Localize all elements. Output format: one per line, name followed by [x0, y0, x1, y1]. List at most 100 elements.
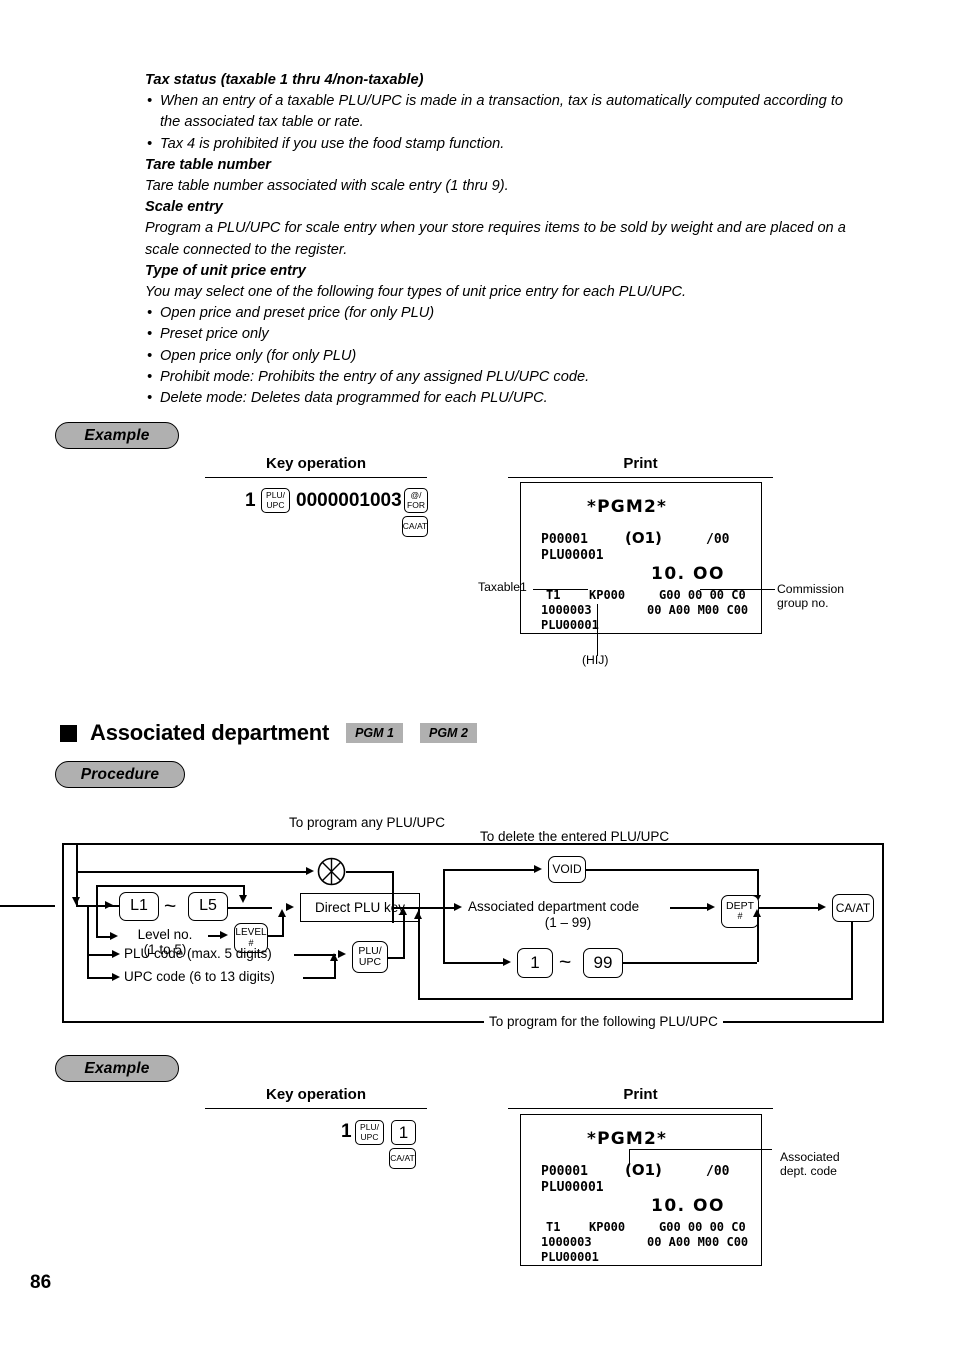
example-2-dept-key-label: 1 [398, 1122, 409, 1142]
flow-upc-code-text: UPC code (6 to 13 digits) [124, 969, 275, 984]
callout-taxable1-leader [533, 589, 588, 591]
example-2-receipt-line3-a: T1 [546, 1220, 561, 1234]
plu-upc-key-label-line2: UPC [266, 499, 285, 510]
section-title: Associated department [90, 720, 330, 745]
para-tare-table-number: Tare table number associated with scale … [145, 178, 509, 195]
flow-rail-to-upc-code [87, 977, 112, 979]
example-2-plu-upc-line2: UPC [360, 1131, 379, 1142]
flow-outer-left [62, 843, 64, 1023]
bullet-tax4-prohibited: Tax 4 is prohibited if you use the food … [145, 134, 860, 155]
heading-tax-status: Tax status (taxable 1 thru 4/non-taxable… [145, 72, 424, 88]
flow-arrow-to-level-key [220, 931, 228, 939]
example-2-receipt-line1-left: P00001 [541, 1164, 588, 1179]
example-2-receipt-line2: PLU00001 [541, 1180, 604, 1195]
bullet-prohibit-mode: Prohibit mode: Prohibits the entry of an… [145, 367, 860, 388]
flow-arrow-to-dept-key [707, 903, 715, 911]
example-1-at-for-key[interactable]: @/ FOR [404, 488, 428, 513]
key-level-l1-label: L1 [130, 897, 148, 915]
flow-plu-upc-key-out-h [388, 957, 405, 959]
callout-assoc-dept-line2: dept. code [780, 1164, 837, 1178]
receipt-line4-c: 00 A00 M00 C00 [647, 603, 749, 617]
example-1-plu-upc-key[interactable]: PLU/ UPC [261, 488, 290, 513]
flow-outer-top [62, 843, 884, 845]
flow-plu-upc-key-out-v [403, 915, 405, 957]
example-2-receipt-line3-c: G00 00 00 C0 [659, 1220, 746, 1234]
flow-label-delete-entered-plu: To delete the entered PLU/UPC [480, 829, 670, 844]
receipt-line1-right: /00 [706, 532, 730, 547]
key-level-l5-label: L5 [199, 897, 217, 915]
key-plu-upc-line2: UPC [358, 956, 382, 968]
flow-bus-h [392, 907, 454, 909]
flow-dept-range-out-h [623, 962, 757, 964]
example-2-receipt-line1-mid: (O1) [625, 1161, 662, 1179]
example-1-ca-at-key[interactable]: CA/AT [402, 516, 428, 537]
flow-arrow-to-plu-upc-key [338, 950, 346, 958]
flow-plu-code-text: PLU code (max. 5 digits) [124, 946, 272, 961]
callout-taxable1: Taxable1 [478, 580, 527, 594]
key-void-label: VOID [552, 862, 582, 877]
flow-outer-bottom [62, 1021, 884, 1023]
key-dept-1-label: 1 [530, 953, 540, 973]
key-dept-99[interactable]: 99 [583, 948, 623, 978]
flow-inner-loop-arrow [239, 895, 247, 903]
callout-commission-group-line2: group no. [777, 596, 829, 610]
example-2-receipt-line1-right: /00 [706, 1164, 730, 1179]
flow-level-branch-h [96, 936, 110, 938]
flow-void-out-v [757, 869, 759, 897]
example-2-plu-upc-key[interactable]: PLU/ UPC [355, 1120, 384, 1145]
flow-assoc-dept-line2: (1 – 99) [544, 915, 592, 930]
example-1-pill: Example [55, 422, 179, 449]
flow-label-program-following-plu: To program for the following PLU/UPC [484, 1014, 723, 1029]
key-level-l5[interactable]: L5 [188, 892, 228, 921]
flow-arrow-upc-merge [330, 953, 338, 961]
example-2-ca-at-key-label: CA/AT [390, 1152, 415, 1163]
tag-pgm-2: PGM 2 [420, 723, 477, 743]
multiply-circle-icon [317, 857, 346, 886]
bullet-open-price-only: Open price only (for only PLU) [145, 346, 860, 367]
flow-return-bus-v [418, 907, 420, 999]
flow-void-in-line [480, 869, 534, 871]
flow-outer-right [882, 843, 884, 1023]
intro-text-block: Tax status (taxable 1 thru 4/non-taxable… [145, 70, 860, 409]
receipt-amount: 10. OO [651, 564, 725, 584]
example-2-receipt-line4-a: 1000003 [541, 1235, 592, 1249]
example-2-receipt-line5: PLU00001 [541, 1250, 599, 1264]
flow-rail-down-left [87, 905, 89, 977]
example-2-print-header: Print [508, 1086, 773, 1109]
key-dept-1[interactable]: 1 [517, 948, 553, 978]
key-plu-upc[interactable]: PLU/ UPC [352, 941, 388, 973]
callout-commission-leader [700, 589, 775, 591]
bullet-preset-price-only: Preset price only [145, 324, 860, 345]
tag-pgm-1: PGM 1 [346, 723, 403, 743]
bullet-tax-auto-computed: When an entry of a taxable PLU/UPC is ma… [145, 91, 860, 133]
key-ca-at[interactable]: CA/AT [832, 894, 874, 922]
flow-to-caat-h [759, 907, 818, 909]
callout-assoc-dept-line1: Associated [780, 1150, 840, 1164]
flow-inner-loop-left-v [96, 885, 98, 905]
heading-tare-table-number: Tare table number [145, 156, 271, 173]
receipt-line1-left: P00001 [541, 532, 588, 547]
callout-assoc-dept-leader-v [629, 1149, 631, 1165]
para-scale-entry: Program a PLU/UPC for scale entry when y… [145, 220, 846, 258]
heading-type-of-unit-price: Type of unit price entry [145, 262, 306, 279]
example-1-print-header: Print [508, 455, 773, 478]
receipt-line4-a: 1000003 [541, 603, 592, 617]
section-bullet-square-icon [60, 724, 77, 742]
flow-arrow-to-void [534, 865, 542, 873]
receipt-line5: PLU00001 [541, 618, 599, 632]
flow-assoc-dept-line [670, 907, 707, 909]
example-1-receipt: *PGM2* P00001 (O1) /00 PLU00001 10. OO T… [520, 482, 762, 634]
key-level-l1[interactable]: L1 [119, 892, 159, 921]
flow-arrow-upc-code [112, 973, 120, 981]
key-void[interactable]: VOID [548, 856, 586, 883]
example-2-receipt-title: *PGM2* [587, 1129, 668, 1149]
flow-level-key-out-v [282, 917, 284, 936]
at-for-key-label-line2: FOR [407, 499, 425, 510]
example-2-ca-at-key[interactable]: CA/AT [389, 1148, 416, 1169]
flow-tilde-dept: ~ [559, 951, 572, 974]
section-heading: Associated department PGM 1 PGM 2 [60, 720, 477, 746]
flow-upc-code-line [303, 977, 336, 979]
example-2-dept-key[interactable]: 1 [391, 1120, 416, 1145]
example-2-leading-digit: 1 [341, 1121, 352, 1142]
key-ca-at-label: CA/AT [835, 900, 871, 915]
